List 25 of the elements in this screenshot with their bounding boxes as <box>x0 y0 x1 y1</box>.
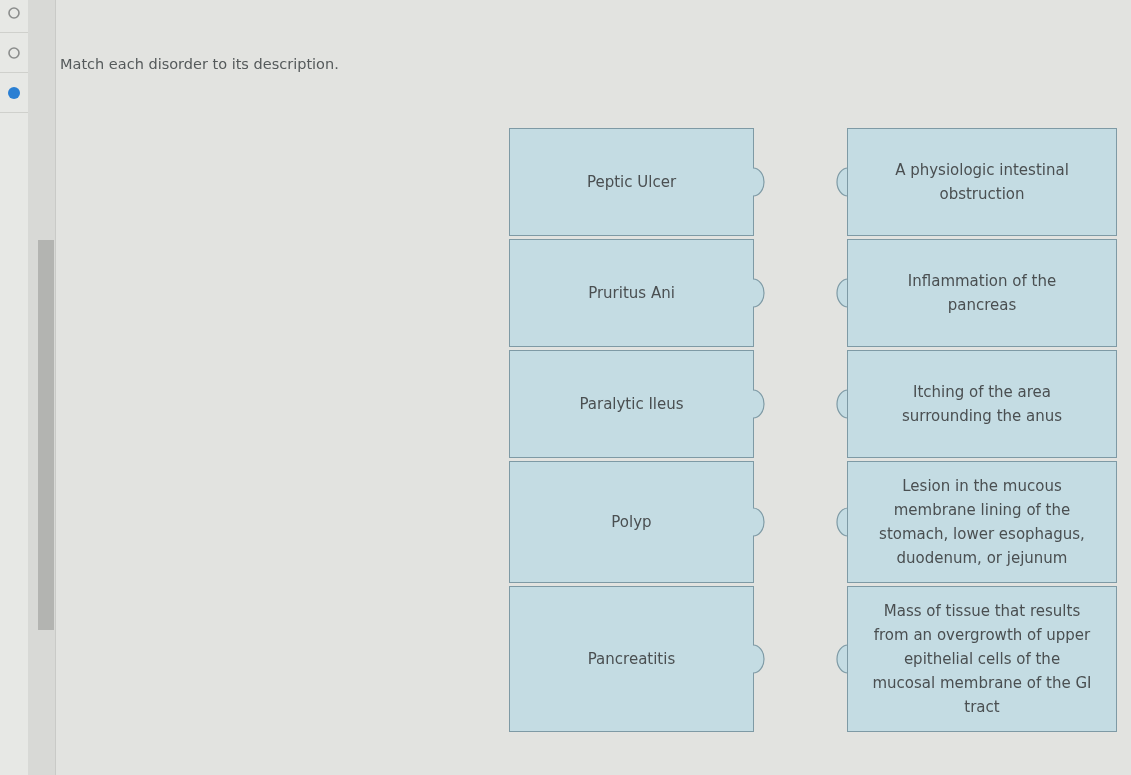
question-prompt: Match each disorder to its description. <box>60 55 340 74</box>
term-tile[interactable]: Peptic Ulcer <box>509 128 754 236</box>
connector-tab-icon <box>836 644 848 674</box>
connector-tab-icon <box>836 389 848 419</box>
connector-tab-icon <box>836 167 848 197</box>
term-tile[interactable]: Pruritus Ani <box>509 239 754 347</box>
term-tile[interactable]: Paralytic Ileus <box>509 350 754 458</box>
term-tile[interactable]: Pancreatitis <box>509 586 754 732</box>
connector-tab-icon <box>753 644 765 674</box>
description-tile[interactable]: Lesion in the mucous membrane lining of the stomach, lower esophagus, duodenum, or jejunum <box>847 461 1117 583</box>
connector-tab-icon <box>753 167 765 197</box>
connector-tab-icon <box>836 507 848 537</box>
connector-tab-icon <box>753 278 765 308</box>
connector-tab-icon <box>753 507 765 537</box>
description-tile[interactable]: Mass of tissue that results from an overgrowth of upper epithelial cells of the mucosal membrane of the GI tract <box>847 586 1117 732</box>
description-tile[interactable]: Inflammation of the pancreas <box>847 239 1117 347</box>
filled-dot-icon[interactable] <box>8 86 20 99</box>
connector-tab-icon <box>753 389 765 419</box>
ring-icon[interactable] <box>8 6 20 19</box>
description-tile[interactable]: A physiologic intestinal obstruction <box>847 128 1117 236</box>
connector-tab-icon <box>836 278 848 308</box>
term-tile[interactable]: Polyp <box>509 461 754 583</box>
description-tile[interactable]: Itching of the area surrounding the anus <box>847 350 1117 458</box>
scrollbar-thumb[interactable] <box>38 240 54 630</box>
ring-icon[interactable] <box>8 46 20 59</box>
